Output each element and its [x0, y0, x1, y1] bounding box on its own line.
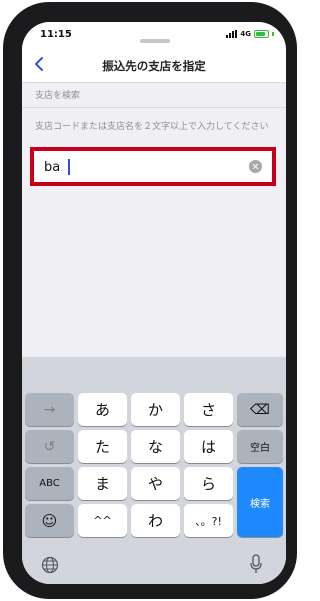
text-caret — [68, 159, 70, 175]
key-arrow-right[interactable]: → — [25, 393, 74, 426]
screen: 11:15 4G 振込先の支店を指定 支店を検索 支店コードまたは支店名を２文字… — [22, 22, 286, 584]
key-abc[interactable]: ABC — [25, 467, 74, 500]
emoji-icon[interactable]: ☺ — [25, 504, 74, 537]
key-ta[interactable]: た — [78, 430, 127, 463]
network-type: 4G — [240, 30, 251, 38]
hint-text: 支店コードまたは支店名を２文字以上で入力してください — [35, 122, 269, 132]
key-ma[interactable]: ま — [78, 467, 127, 500]
key-punctuation[interactable]: 、。?! — [184, 504, 233, 537]
key-ra[interactable]: ら — [184, 467, 233, 500]
status-bar: 11:15 4G — [22, 22, 286, 48]
keyboard: → あ か さ ⌫ ↺ た な は 空白 ABC ま や ら ☺ ^^ わ 、。… — [22, 357, 286, 584]
clear-circle-icon[interactable] — [249, 160, 262, 173]
phone-frame: 11:15 4G 振込先の支店を指定 支店を検索 支店コードまたは支店名を２文字… — [3, 2, 297, 599]
key-sa[interactable]: さ — [184, 393, 233, 426]
sheet-grabber[interactable] — [140, 39, 170, 43]
key-space[interactable]: 空白 — [237, 430, 283, 463]
status-time: 11:15 — [40, 29, 72, 40]
key-a[interactable]: あ — [78, 393, 127, 426]
key-undo[interactable]: ↺ — [25, 430, 74, 463]
divider — [22, 107, 286, 108]
key-ka[interactable]: か — [131, 393, 180, 426]
search-field-highlight — [30, 147, 276, 186]
key-ya[interactable]: や — [131, 467, 180, 500]
nav-bar: 振込先の支店を指定 — [22, 48, 286, 83]
search-key[interactable]: 検索 — [237, 467, 283, 537]
status-indicators: 4G — [226, 30, 274, 38]
backspace-icon[interactable]: ⌫ — [237, 393, 283, 426]
signal-icon — [226, 30, 238, 38]
battery-tip — [272, 32, 274, 36]
page-title: 振込先の支店を指定 — [102, 59, 206, 73]
globe-icon[interactable] — [41, 556, 59, 574]
key-ha[interactable]: は — [184, 430, 233, 463]
battery-icon — [254, 30, 269, 38]
section-label: 支店を検索 — [35, 91, 81, 101]
microphone-icon[interactable] — [249, 554, 263, 574]
key-emoticon[interactable]: ^^ — [78, 504, 127, 537]
key-wa[interactable]: わ — [131, 504, 180, 537]
branch-search-input[interactable] — [44, 156, 239, 178]
key-na[interactable]: な — [131, 430, 180, 463]
